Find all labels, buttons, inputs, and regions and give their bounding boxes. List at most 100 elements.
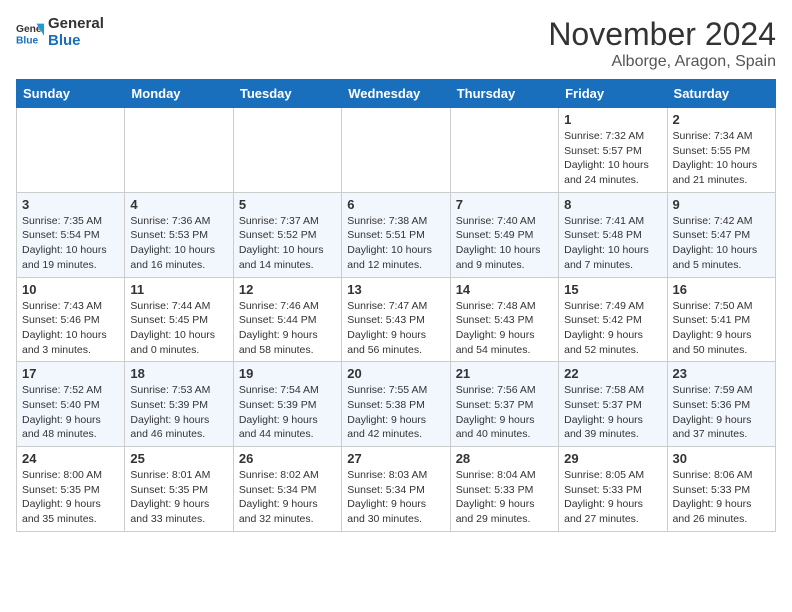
day-info: Sunrise: 7:38 AM Sunset: 5:51 PM Dayligh… xyxy=(347,214,444,273)
day-number: 14 xyxy=(456,282,553,297)
day-info: Sunrise: 7:41 AM Sunset: 5:48 PM Dayligh… xyxy=(564,214,661,273)
day-info: Sunrise: 8:06 AM Sunset: 5:33 PM Dayligh… xyxy=(673,468,770,527)
calendar-cell: 29 Sunrise: 8:05 AM Sunset: 5:33 PM Dayli… xyxy=(559,447,667,532)
day-number: 22 xyxy=(564,366,661,381)
day-info: Sunrise: 8:05 AM Sunset: 5:33 PM Dayligh… xyxy=(564,468,661,527)
calendar-cell xyxy=(342,108,450,193)
calendar-cell: 1 Sunrise: 7:32 AM Sunset: 5:57 PM Daylig… xyxy=(559,108,667,193)
calendar-cell: 16 Sunrise: 7:50 AM Sunset: 5:41 PM Dayli… xyxy=(667,277,775,362)
day-info: Sunrise: 8:02 AM Sunset: 5:34 PM Dayligh… xyxy=(239,468,336,527)
calendar-cell: 26 Sunrise: 8:02 AM Sunset: 5:34 PM Dayli… xyxy=(233,447,341,532)
day-info: Sunrise: 7:54 AM Sunset: 5:39 PM Dayligh… xyxy=(239,383,336,442)
logo: General Blue General Blue xyxy=(16,16,104,49)
calendar-cell xyxy=(125,108,233,193)
day-info: Sunrise: 7:50 AM Sunset: 5:41 PM Dayligh… xyxy=(673,299,770,358)
day-number: 15 xyxy=(564,282,661,297)
calendar-cell: 19 Sunrise: 7:54 AM Sunset: 5:39 PM Dayli… xyxy=(233,362,341,447)
calendar-cell: 20 Sunrise: 7:55 AM Sunset: 5:38 PM Dayli… xyxy=(342,362,450,447)
calendar-cell: 4Sunrise: 7:36 AM Sunset: 5:53 PM Daylig… xyxy=(125,192,233,277)
day-number: 23 xyxy=(673,366,770,381)
day-number: 20 xyxy=(347,366,444,381)
calendar-cell: 17 Sunrise: 7:52 AM Sunset: 5:40 PM Dayli… xyxy=(17,362,125,447)
day-info: Sunrise: 7:48 AM Sunset: 5:43 PM Dayligh… xyxy=(456,299,553,358)
calendar-cell: 21Sunrise: 7:56 AM Sunset: 5:37 PM Dayli… xyxy=(450,362,558,447)
calendar-cell: 14 Sunrise: 7:48 AM Sunset: 5:43 PM Dayli… xyxy=(450,277,558,362)
day-number: 5 xyxy=(239,197,336,212)
location: Alborge, Aragon, Spain xyxy=(548,53,776,71)
day-info: Sunrise: 7:34 AM Sunset: 5:55 PM Dayligh… xyxy=(673,129,770,188)
calendar-cell: 2 Sunrise: 7:34 AM Sunset: 5:55 PM Daylig… xyxy=(667,108,775,193)
calendar-cell: 25 Sunrise: 8:01 AM Sunset: 5:35 PM Dayli… xyxy=(125,447,233,532)
day-info: Sunrise: 7:52 AM Sunset: 5:40 PM Dayligh… xyxy=(22,383,119,442)
day-info: Sunrise: 7:58 AM Sunset: 5:37 PM Dayligh… xyxy=(564,383,661,442)
day-info: Sunrise: 7:47 AM Sunset: 5:43 PM Dayligh… xyxy=(347,299,444,358)
calendar-week-row: 10 Sunrise: 7:43 AM Sunset: 5:46 PM Dayli… xyxy=(17,277,776,362)
day-info: Sunrise: 7:37 AM Sunset: 5:52 PM Dayligh… xyxy=(239,214,336,273)
page-header: General Blue General Blue November 2024 … xyxy=(16,16,776,71)
calendar-cell: 22 Sunrise: 7:58 AM Sunset: 5:37 PM Dayli… xyxy=(559,362,667,447)
day-number: 24 xyxy=(22,451,119,466)
calendar-week-row: 17 Sunrise: 7:52 AM Sunset: 5:40 PM Dayli… xyxy=(17,362,776,447)
day-info: Sunrise: 7:46 AM Sunset: 5:44 PM Dayligh… xyxy=(239,299,336,358)
calendar-cell: 23Sunrise: 7:59 AM Sunset: 5:36 PM Dayli… xyxy=(667,362,775,447)
calendar-cell: 12 Sunrise: 7:46 AM Sunset: 5:44 PM Dayli… xyxy=(233,277,341,362)
day-info: Sunrise: 7:35 AM Sunset: 5:54 PM Dayligh… xyxy=(22,214,119,273)
day-info: Sunrise: 8:00 AM Sunset: 5:35 PM Dayligh… xyxy=(22,468,119,527)
header-tuesday: Tuesday xyxy=(233,80,341,108)
day-number: 8 xyxy=(564,197,661,212)
header-saturday: Saturday xyxy=(667,80,775,108)
day-number: 16 xyxy=(673,282,770,297)
calendar-cell: 10 Sunrise: 7:43 AM Sunset: 5:46 PM Dayli… xyxy=(17,277,125,362)
calendar-cell: 18 Sunrise: 7:53 AM Sunset: 5:39 PM Dayli… xyxy=(125,362,233,447)
calendar-cell: 24 Sunrise: 8:00 AM Sunset: 5:35 PM Dayli… xyxy=(17,447,125,532)
day-number: 28 xyxy=(456,451,553,466)
calendar-cell xyxy=(450,108,558,193)
calendar-week-row: 24 Sunrise: 8:00 AM Sunset: 5:35 PM Dayli… xyxy=(17,447,776,532)
day-number: 21 xyxy=(456,366,553,381)
calendar-cell: 3 Sunrise: 7:35 AM Sunset: 5:54 PM Daylig… xyxy=(17,192,125,277)
header-sunday: Sunday xyxy=(17,80,125,108)
day-number: 25 xyxy=(130,451,227,466)
day-info: Sunrise: 7:55 AM Sunset: 5:38 PM Dayligh… xyxy=(347,383,444,442)
day-number: 6 xyxy=(347,197,444,212)
day-info: Sunrise: 7:36 AM Sunset: 5:53 PM Dayligh… xyxy=(130,214,227,273)
header-thursday: Thursday xyxy=(450,80,558,108)
day-number: 3 xyxy=(22,197,119,212)
day-number: 19 xyxy=(239,366,336,381)
calendar-cell: 6 Sunrise: 7:38 AM Sunset: 5:51 PM Daylig… xyxy=(342,192,450,277)
day-number: 17 xyxy=(22,366,119,381)
day-info: Sunrise: 7:44 AM Sunset: 5:45 PM Dayligh… xyxy=(130,299,227,358)
day-number: 12 xyxy=(239,282,336,297)
day-info: Sunrise: 7:53 AM Sunset: 5:39 PM Dayligh… xyxy=(130,383,227,442)
calendar-week-row: 1 Sunrise: 7:32 AM Sunset: 5:57 PM Daylig… xyxy=(17,108,776,193)
logo-text-blue: Blue xyxy=(48,33,104,50)
calendar-week-row: 3 Sunrise: 7:35 AM Sunset: 5:54 PM Daylig… xyxy=(17,192,776,277)
calendar-cell: 27Sunrise: 8:03 AM Sunset: 5:34 PM Dayli… xyxy=(342,447,450,532)
svg-text:Blue: Blue xyxy=(16,35,39,46)
day-number: 29 xyxy=(564,451,661,466)
day-number: 2 xyxy=(673,112,770,127)
day-number: 18 xyxy=(130,366,227,381)
calendar-cell: 7 Sunrise: 7:40 AM Sunset: 5:49 PM Daylig… xyxy=(450,192,558,277)
day-number: 7 xyxy=(456,197,553,212)
day-number: 13 xyxy=(347,282,444,297)
day-number: 30 xyxy=(673,451,770,466)
day-number: 10 xyxy=(22,282,119,297)
calendar-cell: 11 Sunrise: 7:44 AM Sunset: 5:45 PM Dayli… xyxy=(125,277,233,362)
day-info: Sunrise: 8:01 AM Sunset: 5:35 PM Dayligh… xyxy=(130,468,227,527)
day-info: Sunrise: 7:42 AM Sunset: 5:47 PM Dayligh… xyxy=(673,214,770,273)
day-number: 26 xyxy=(239,451,336,466)
calendar-cell: 5 Sunrise: 7:37 AM Sunset: 5:52 PM Daylig… xyxy=(233,192,341,277)
header-friday: Friday xyxy=(559,80,667,108)
title-block: November 2024 Alborge, Aragon, Spain xyxy=(548,16,776,71)
day-info: Sunrise: 7:32 AM Sunset: 5:57 PM Dayligh… xyxy=(564,129,661,188)
day-info: Sunrise: 7:40 AM Sunset: 5:49 PM Dayligh… xyxy=(456,214,553,273)
calendar-cell xyxy=(17,108,125,193)
day-number: 1 xyxy=(564,112,661,127)
day-number: 11 xyxy=(130,282,227,297)
header-wednesday: Wednesday xyxy=(342,80,450,108)
calendar-cell: 30 Sunrise: 8:06 AM Sunset: 5:33 PM Dayli… xyxy=(667,447,775,532)
day-info: Sunrise: 7:43 AM Sunset: 5:46 PM Dayligh… xyxy=(22,299,119,358)
day-number: 27 xyxy=(347,451,444,466)
calendar-cell: 28Sunrise: 8:04 AM Sunset: 5:33 PM Dayli… xyxy=(450,447,558,532)
